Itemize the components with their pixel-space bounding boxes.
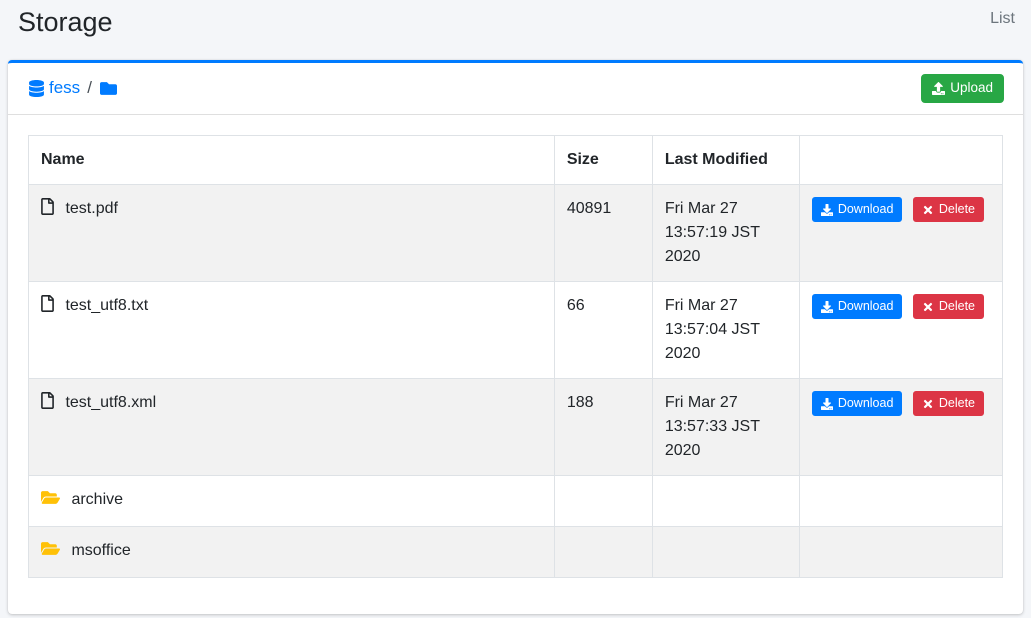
- upload-icon: [932, 82, 945, 95]
- delete-button[interactable]: Delete: [913, 197, 984, 223]
- actions-cell: Download Delete: [799, 281, 1002, 378]
- folder-open-icon: [41, 540, 60, 565]
- name-cell: test.pdf: [29, 184, 555, 281]
- size-cell: 40891: [554, 184, 652, 281]
- delete-button[interactable]: Delete: [913, 294, 984, 320]
- content-header: Storage List: [0, 0, 1031, 60]
- actions-cell: Download Delete: [799, 526, 1002, 577]
- storage-card: fess / Upload Name Size Last Modified: [8, 60, 1023, 614]
- item-name: test.pdf: [65, 200, 117, 217]
- name-cell: msoffice: [29, 526, 555, 577]
- file-icon: [41, 295, 54, 320]
- file-icon: [41, 198, 54, 223]
- table-row: test_utf8.xml 188 Fri Mar 27 13:57:33 JS…: [29, 378, 1003, 475]
- table-row: archive Download Delete: [29, 475, 1003, 526]
- times-icon: [922, 398, 934, 410]
- column-header-modified: Last Modified: [652, 135, 799, 184]
- storage-path-breadcrumb: fess /: [28, 78, 118, 98]
- size-cell: [554, 475, 652, 526]
- size-cell: 66: [554, 281, 652, 378]
- table-row: test_utf8.txt 66 Fri Mar 27 13:57:04 JST…: [29, 281, 1003, 378]
- card-body: Name Size Last Modified test.pdf 40891 F…: [8, 115, 1023, 614]
- file-icon: [41, 392, 54, 417]
- actions-cell: Download Delete: [799, 378, 1002, 475]
- times-icon: [922, 301, 934, 313]
- item-name: test_utf8.txt: [65, 297, 148, 314]
- column-header-name: Name: [29, 135, 555, 184]
- delete-button[interactable]: Delete: [913, 391, 984, 417]
- folder-icon: [99, 80, 118, 97]
- delete-button-label: Delete: [939, 201, 975, 219]
- upload-button-label: Upload: [950, 79, 993, 98]
- download-button-label: Download: [838, 298, 894, 316]
- breadcrumb-list-item: List: [990, 6, 1015, 28]
- page-title: Storage: [18, 6, 113, 38]
- card-header: fess / Upload: [8, 63, 1023, 115]
- upload-button[interactable]: Upload: [921, 74, 1004, 103]
- download-button[interactable]: Download: [812, 294, 903, 320]
- breadcrumb-current-folder-link[interactable]: [99, 80, 118, 97]
- item-name[interactable]: archive: [71, 491, 123, 508]
- actions-cell: Download Delete: [799, 475, 1002, 526]
- modified-cell: Fri Mar 27 13:57:04 JST 2020: [652, 281, 799, 378]
- download-button-label: Download: [838, 395, 894, 413]
- modified-cell: Fri Mar 27 13:57:33 JST 2020: [652, 378, 799, 475]
- storage-table: Name Size Last Modified test.pdf 40891 F…: [28, 135, 1003, 578]
- table-row: msoffice Download Delete: [29, 526, 1003, 577]
- delete-button-label: Delete: [939, 298, 975, 316]
- folder-open-icon: [41, 489, 60, 514]
- download-button[interactable]: Download: [812, 391, 903, 417]
- times-icon: [922, 204, 934, 216]
- download-icon: [821, 204, 833, 216]
- modified-cell: [652, 475, 799, 526]
- download-button[interactable]: Download: [812, 197, 903, 223]
- column-header-size: Size: [554, 135, 652, 184]
- download-icon: [821, 301, 833, 313]
- item-name: test_utf8.xml: [65, 394, 156, 411]
- size-cell: [554, 526, 652, 577]
- breadcrumb-root-link[interactable]: fess: [28, 78, 80, 98]
- delete-button-label: Delete: [939, 395, 975, 413]
- item-name[interactable]: msoffice: [71, 542, 130, 559]
- actions-cell: Download Delete: [799, 184, 1002, 281]
- modified-cell: Fri Mar 27 13:57:19 JST 2020: [652, 184, 799, 281]
- name-cell: test_utf8.txt: [29, 281, 555, 378]
- table-header-row: Name Size Last Modified: [29, 135, 1003, 184]
- download-icon: [821, 398, 833, 410]
- breadcrumb-root-label: fess: [49, 78, 80, 98]
- database-icon: [28, 80, 49, 97]
- breadcrumb-separator: /: [87, 78, 92, 98]
- column-header-actions: [799, 135, 1002, 184]
- size-cell: 188: [554, 378, 652, 475]
- table-row: test.pdf 40891 Fri Mar 27 13:57:19 JST 2…: [29, 184, 1003, 281]
- modified-cell: [652, 526, 799, 577]
- name-cell: archive: [29, 475, 555, 526]
- download-button-label: Download: [838, 201, 894, 219]
- name-cell: test_utf8.xml: [29, 378, 555, 475]
